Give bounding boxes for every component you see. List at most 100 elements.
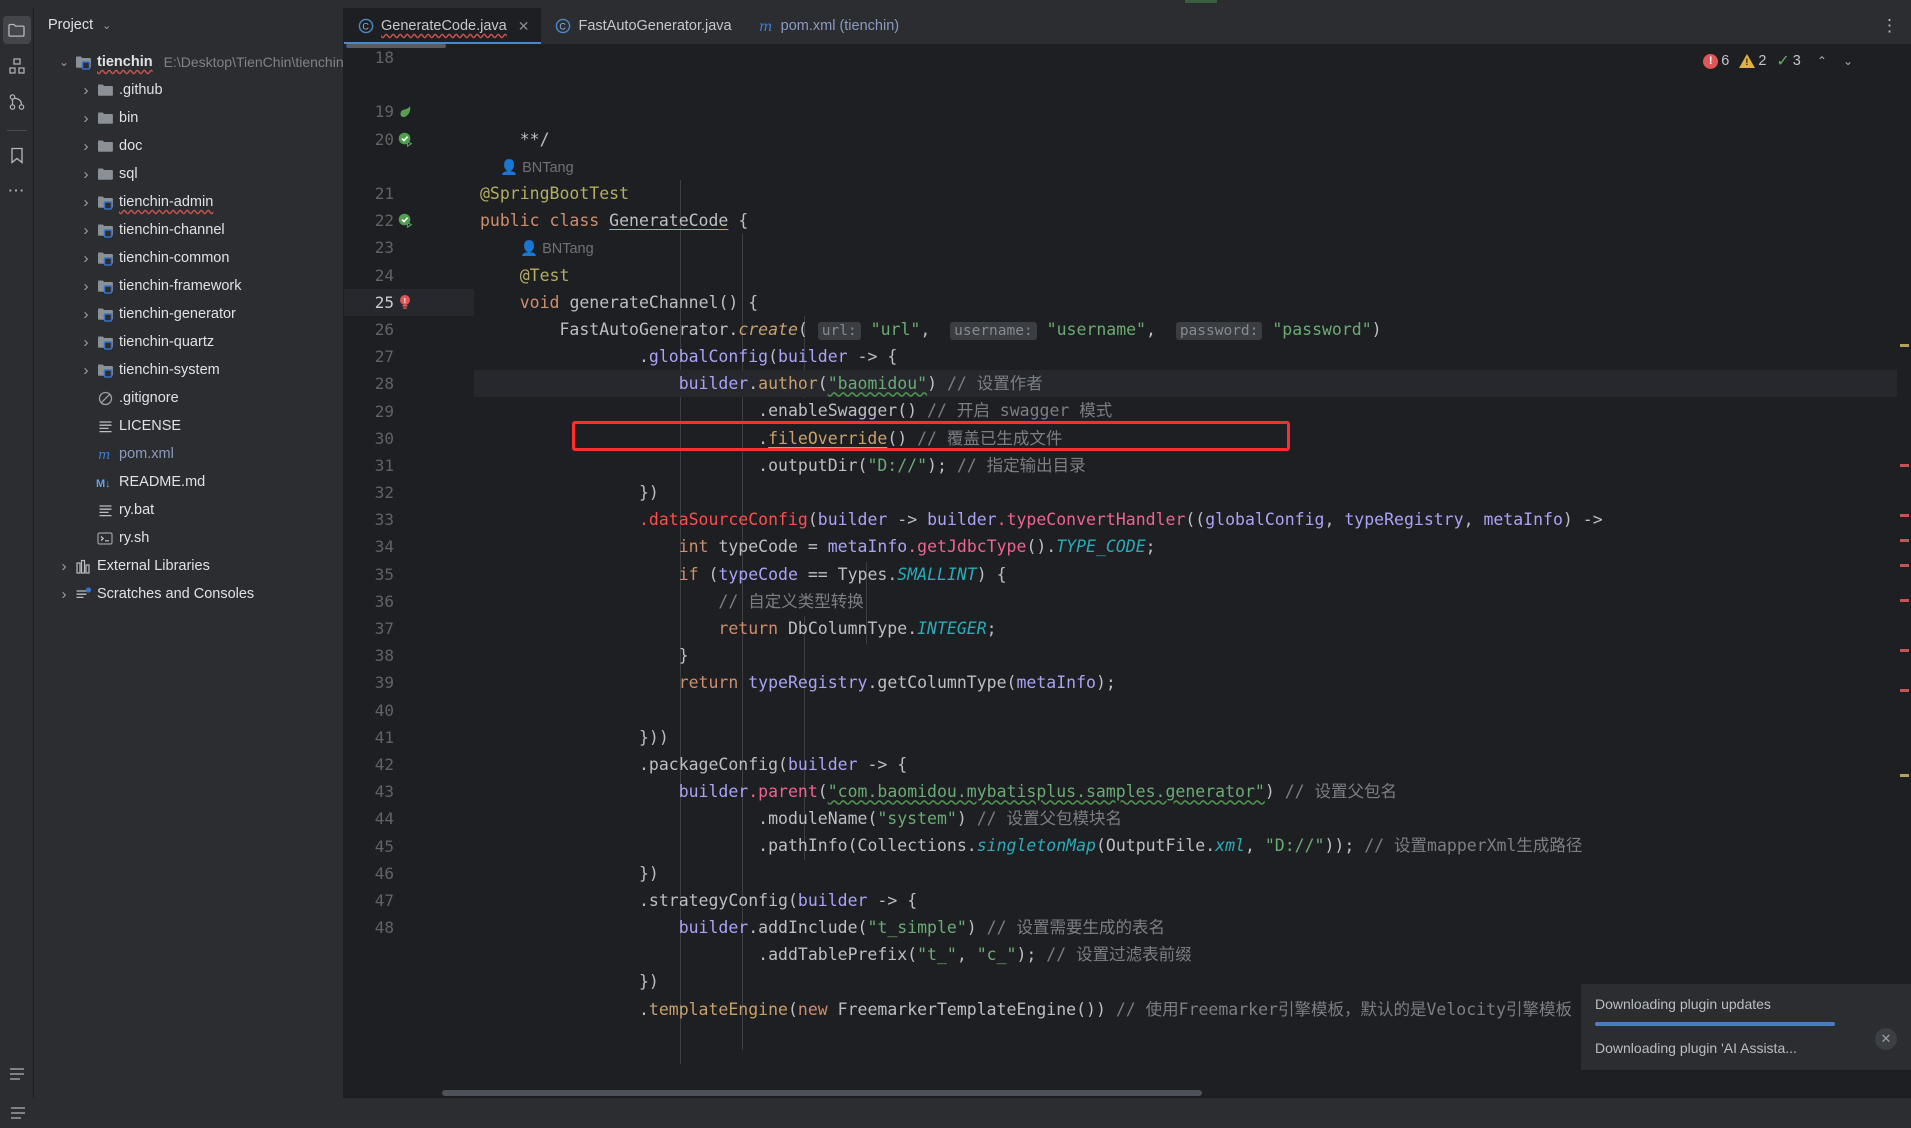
bookmarks-tool-icon[interactable] — [3, 141, 31, 169]
project-panel-header[interactable]: Project ⌄ — [34, 8, 343, 42]
code-line[interactable] — [474, 697, 1911, 724]
tree-item[interactable]: › tienchin-common — [34, 244, 343, 272]
stripe-marker[interactable] — [1900, 344, 1909, 347]
gutter-line[interactable]: 25! — [344, 288, 474, 316]
code-line[interactable]: builder.author("baomidou") // 设置作者 — [474, 370, 1911, 398]
gutter-line[interactable]: 22 — [344, 207, 474, 234]
warning-count[interactable]: 2 — [1739, 53, 1766, 69]
tree-item[interactable]: › tienchin-quartz — [34, 328, 343, 356]
tree-item[interactable]: .gitignore — [34, 384, 343, 412]
stripe-marker[interactable] — [1900, 539, 1909, 542]
scrollbar-thumb[interactable] — [442, 1090, 1202, 1096]
chevron-down-icon[interactable]: ⌄ — [102, 19, 111, 32]
version-control-tool-icon[interactable] — [3, 88, 31, 116]
gutter-line[interactable] — [344, 153, 474, 180]
chevron-right-icon[interactable]: › — [78, 139, 94, 154]
code-line[interactable]: builder.parent("com.baomidou.mybatisplus… — [474, 778, 1911, 805]
editor-tab[interactable]: C FastAutoGenerator.java — [541, 8, 743, 44]
gutter-line[interactable]: 31 — [344, 452, 474, 479]
tree-item[interactable]: › tienchin-generator — [34, 300, 343, 328]
tree-item[interactable]: › bin — [34, 104, 343, 132]
gutter-line[interactable]: 48 — [344, 914, 474, 941]
gutter-line[interactable]: 28 — [344, 370, 474, 397]
chevron-right-icon[interactable]: › — [78, 279, 94, 294]
gutter-line[interactable]: 27 — [344, 343, 474, 370]
tree-item[interactable]: › doc — [34, 132, 343, 160]
tree-item[interactable]: › tienchin-admin — [34, 188, 343, 216]
more-tool-icon[interactable]: ⋯ — [3, 177, 31, 205]
left-tool-strip[interactable]: ⋯ — [0, 8, 34, 1098]
chevron-right-icon[interactable]: › — [78, 223, 94, 238]
editor-tab-bar[interactable]: C GenerateCode.java ✕ C FastAutoGenerator.ja… — [344, 8, 1911, 44]
gutter-line[interactable]: 20 — [344, 126, 474, 153]
code-line[interactable]: .addTablePrefix("t_", "c_"); // 设置过滤表前缀 — [474, 941, 1911, 968]
code-line[interactable]: .outputDir("D://"); // 指定输出目录 — [474, 452, 1911, 479]
horizontal-scrollbar[interactable] — [344, 1088, 1911, 1098]
tree-item[interactable]: › External Libraries — [34, 552, 343, 580]
code-line[interactable]: FastAutoGenerator.create( url: "url", us… — [474, 316, 1911, 343]
gutter-line[interactable]: 33 — [344, 506, 474, 533]
error-count[interactable]: ! 6 — [1703, 53, 1729, 69]
stripe-marker[interactable] — [1900, 689, 1909, 692]
event-log-icon[interactable] — [10, 1105, 26, 1121]
code-line[interactable]: } — [474, 642, 1911, 669]
tab-options-icon[interactable]: ⋮ — [1881, 8, 1899, 44]
ok-count[interactable]: ✓ 3 — [1776, 51, 1800, 71]
code-line[interactable]: }) — [474, 479, 1911, 506]
tree-item[interactable]: › .github — [34, 76, 343, 104]
tree-item[interactable]: ry.bat — [34, 496, 343, 524]
tree-item[interactable]: › sql — [34, 160, 343, 188]
chevron-right-icon[interactable]: › — [78, 335, 94, 350]
gutter-line[interactable]: 47 — [344, 887, 474, 914]
chevron-right-icon[interactable]: › — [78, 363, 94, 378]
code-author-annotation[interactable]: 👤 BNTang — [474, 153, 1911, 180]
intention-bulb-icon[interactable]: ! — [398, 294, 422, 310]
gutter-line[interactable]: 18 — [344, 44, 474, 71]
code-line[interactable]: int typeCode = metaInfo.getJdbcType().TY… — [474, 533, 1911, 560]
project-tool-icon[interactable] — [2, 16, 31, 44]
editor-gutter[interactable]: 18 19 20 21 22 23 24 25! 26 27 28 29 30 31 32 33 34 35 36 3… — [344, 44, 474, 1098]
code-line[interactable]: return typeRegistry.getColumnType(metaIn… — [474, 669, 1911, 696]
next-problem-icon[interactable]: ⌄ — [1843, 54, 1853, 68]
gutter-line[interactable]: 37 — [344, 615, 474, 642]
gutter-line[interactable]: 42 — [344, 751, 474, 778]
notification-popup[interactable]: Downloading plugin updates Downloading p… — [1581, 984, 1911, 1070]
inspections-widget[interactable]: ! 6 2 ✓ 3 ⌃ ⌄ — [1703, 51, 1853, 71]
tree-item[interactable]: ⌄ tienchin E:\Desktop\TienChin\tienchin — [34, 48, 343, 76]
tree-item[interactable]: › Scratches and Consoles — [34, 580, 343, 608]
code-line[interactable]: // 自定义类型转换 — [474, 588, 1911, 615]
gutter-line[interactable]: 26 — [344, 316, 474, 343]
gutter-line[interactable]: 29 — [344, 397, 474, 424]
stripe-marker[interactable] — [1900, 564, 1909, 567]
editor-tab[interactable]: m pom.xml (tienchin) — [744, 8, 911, 44]
code-line[interactable]: .fileOverride() // 覆盖已生成文件 — [474, 425, 1911, 452]
tree-item[interactable]: M↓ README.md — [34, 468, 343, 496]
close-icon[interactable]: ✕ — [1875, 1028, 1897, 1050]
chevron-down-icon[interactable]: ⌄ — [56, 56, 72, 68]
code-line[interactable]: }) — [474, 860, 1911, 887]
code-line[interactable]: })) — [474, 724, 1911, 751]
chevron-right-icon[interactable]: › — [56, 559, 72, 574]
gutter-line[interactable]: 19 — [344, 98, 474, 125]
code-line[interactable]: if (typeCode == Types.SMALLINT) { — [474, 561, 1911, 588]
code-line[interactable]: @Test — [474, 262, 1911, 289]
status-bar[interactable] — [0, 1098, 1911, 1128]
gutter-line[interactable]: 32 — [344, 479, 474, 506]
gutter-line[interactable]: 35 — [344, 561, 474, 588]
gutter-line[interactable]: 46 — [344, 860, 474, 887]
chevron-right-icon[interactable]: › — [78, 251, 94, 266]
code-line[interactable]: void generateChannel() { — [474, 289, 1911, 316]
tree-item[interactable]: LICENSE — [34, 412, 343, 440]
prev-problem-icon[interactable]: ⌃ — [1817, 54, 1827, 68]
code-line[interactable]: .strategyConfig(builder -> { — [474, 887, 1911, 914]
chevron-right-icon[interactable]: › — [78, 83, 94, 98]
code-line[interactable]: .globalConfig(builder -> { — [474, 343, 1911, 370]
code-line[interactable]: **/ — [474, 126, 1911, 153]
chevron-right-icon[interactable]: › — [78, 307, 94, 322]
code-line[interactable]: public class GenerateCode { — [474, 207, 1911, 234]
spring-bean-icon[interactable] — [398, 104, 422, 119]
stripe-marker[interactable] — [1900, 649, 1909, 652]
code-line[interactable]: return DbColumnType.INTEGER; — [474, 615, 1911, 642]
code-line[interactable]: .packageConfig(builder -> { — [474, 751, 1911, 778]
stripe-marker[interactable] — [1900, 464, 1909, 467]
